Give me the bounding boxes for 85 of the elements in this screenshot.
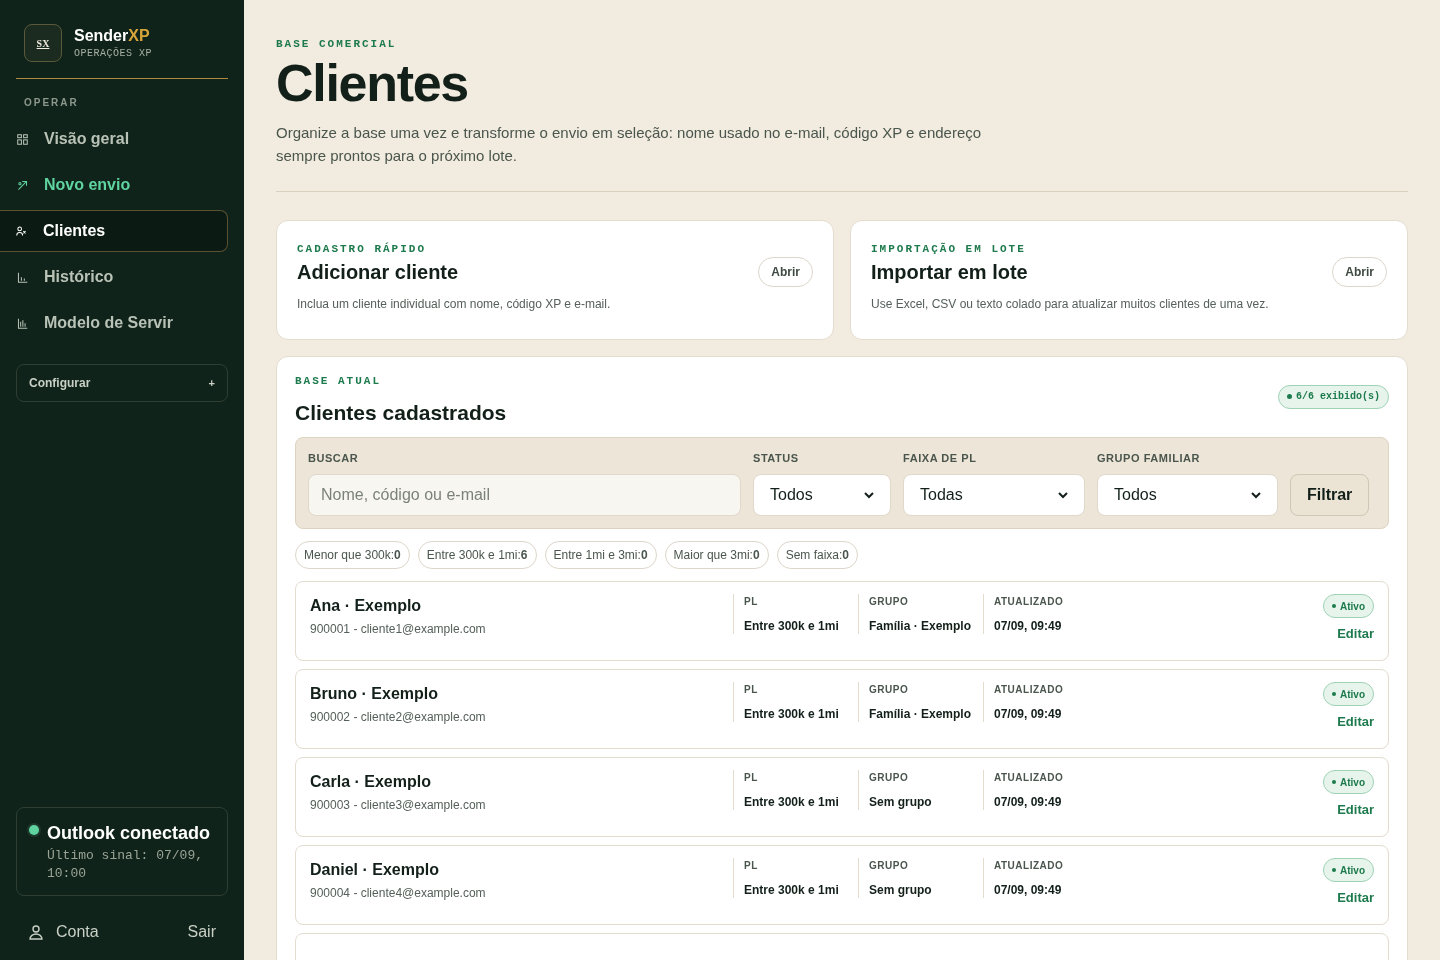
table-cell-text: Entre 300k e 1mi: [744, 794, 840, 811]
status-badge: Ativo: [1323, 858, 1374, 882]
card-eyebrow: IMPORTAÇÃO EM LOTE: [871, 241, 1027, 257]
column-label: ATUALIZADO: [994, 595, 1065, 609]
column-label: PL: [744, 595, 759, 609]
card-title: Importar em lote: [871, 260, 1029, 285]
edit-link[interactable]: Editar: [1337, 712, 1374, 732]
table-cell-text: Sem grupo: [869, 794, 933, 811]
table-cell-text: 07/09, 09:49: [994, 882, 1063, 899]
card-description: Inclua um cliente individual com nome, código XP e e-mail.: [297, 296, 611, 313]
table-cell-text: 07/09, 09:49: [994, 706, 1063, 723]
table-cell-text: Família · Exemplo: [869, 618, 973, 635]
client-name: Bruno · Exemplo: [310, 684, 439, 704]
page-description: Organize a base uma vez e transforme o envio em seleção: nome usado no e-mail, código XP e endereço sempre prontos para o próximo lote.: [276, 122, 983, 166]
chart-icon: [17, 271, 28, 283]
table-cell-text: Entre 300k e 1mi: [744, 618, 840, 635]
select-field[interactable]: Todos: [753, 474, 891, 516]
nav-item[interactable]: Modelo de Servir: [0, 302, 228, 344]
arrow-icon: [17, 179, 28, 191]
client-name: Carla · Exemplo: [310, 772, 432, 792]
column-label: PL: [744, 771, 759, 785]
client-name: Daniel · Exemplo: [310, 860, 440, 880]
client-detail: 900001 - cliente1@example.com: [310, 621, 487, 638]
card-title: Adicionar cliente: [297, 260, 460, 285]
client-detail: 900004 - cliente4@example.com: [310, 885, 487, 902]
grid-icon: [17, 133, 28, 145]
edit-link[interactable]: Editar: [1337, 800, 1374, 820]
client-name: Ana · Exemplo: [310, 596, 423, 616]
select-field[interactable]: Todas: [903, 474, 1085, 516]
chevron-icon: [1058, 490, 1068, 500]
column-label: PL: [744, 683, 759, 697]
column-label: ATUALIZADO: [994, 683, 1065, 697]
column-label: GRUPO: [869, 683, 910, 697]
column-label: ATUALIZADO: [994, 771, 1065, 785]
card-eyebrow: CADASTRO RÁPIDO: [297, 241, 428, 257]
configure-button[interactable]: Configurar +: [16, 364, 228, 402]
user-icon: [28, 924, 44, 940]
brand-subtitle: OPERAÇÕES XP: [74, 46, 152, 61]
client-detail: 900003 - cliente3@example.com: [310, 797, 487, 814]
users-icon: [16, 225, 27, 237]
column-label: GRUPO: [869, 859, 910, 873]
status-title: Outlook conectado: [47, 822, 211, 845]
table-cell-text: 07/09, 09:49: [994, 794, 1063, 811]
brand-name: SenderXP: [74, 25, 151, 46]
eyebrow-label: BASE COMERCIAL: [276, 37, 398, 52]
column-label: ATUALIZADO: [994, 859, 1065, 873]
section-label: OPERAR: [24, 96, 80, 110]
chevron-icon: [1251, 490, 1261, 500]
table-cell-text: Sem grupo: [869, 882, 933, 899]
select-field[interactable]: Todos: [1097, 474, 1278, 516]
edit-link[interactable]: Editar: [1337, 624, 1374, 644]
table-cell-text: Entre 300k e 1mi: [744, 706, 840, 723]
filter-button[interactable]: Filtrar: [1290, 474, 1370, 516]
column-label: GRUPO: [869, 771, 910, 785]
filter-label: FAIXA DE PL: [903, 450, 978, 466]
filter-label: BUSCAR: [308, 450, 360, 466]
search-field[interactable]: Nome, código ou e-mail: [308, 474, 741, 516]
status-badge: Ativo: [1323, 682, 1374, 706]
status-badge: Ativo: [1323, 770, 1374, 794]
status-badge: Ativo: [1323, 594, 1374, 618]
account-link[interactable]: Conta: [28, 920, 99, 944]
filter-label: GRUPO FAMILIAR: [1097, 450, 1202, 466]
status-detail: Último sinal: 07/09, 10:00: [47, 847, 205, 883]
card-description: Use Excel, CSV ou texto colado para atualizar muitos clientes de uma vez.: [871, 296, 1269, 313]
logo-mark: SX: [36, 36, 50, 51]
table-cell-text: Família · Exemplo: [869, 706, 973, 723]
nav-item[interactable]: Clientes: [0, 210, 228, 252]
table-cell-text: 07/09, 09:49: [994, 618, 1063, 635]
section-title: Clientes cadastrados: [295, 400, 507, 426]
chevron-icon: [864, 490, 874, 500]
nav-item[interactable]: Novo envio: [0, 164, 228, 206]
edit-link[interactable]: Editar: [1337, 888, 1374, 908]
column-label: PL: [744, 859, 759, 873]
filter-label: STATUS: [753, 450, 800, 466]
nav-item[interactable]: Visão geral: [0, 118, 228, 160]
plus-icon: +: [208, 374, 215, 392]
section-eyebrow: BASE ATUAL: [295, 373, 382, 389]
nav-item[interactable]: Histórico: [0, 256, 228, 298]
page-title: Clientes: [276, 52, 469, 113]
client-detail: 900002 - cliente2@example.com: [310, 709, 487, 726]
count-badge: 6/6 exibido(s): [1278, 384, 1389, 409]
chart-icon: [17, 317, 28, 329]
column-label: GRUPO: [869, 595, 910, 609]
table-cell-text: Entre 300k e 1mi: [744, 882, 840, 899]
logout-link[interactable]: Sair: [187, 920, 216, 944]
